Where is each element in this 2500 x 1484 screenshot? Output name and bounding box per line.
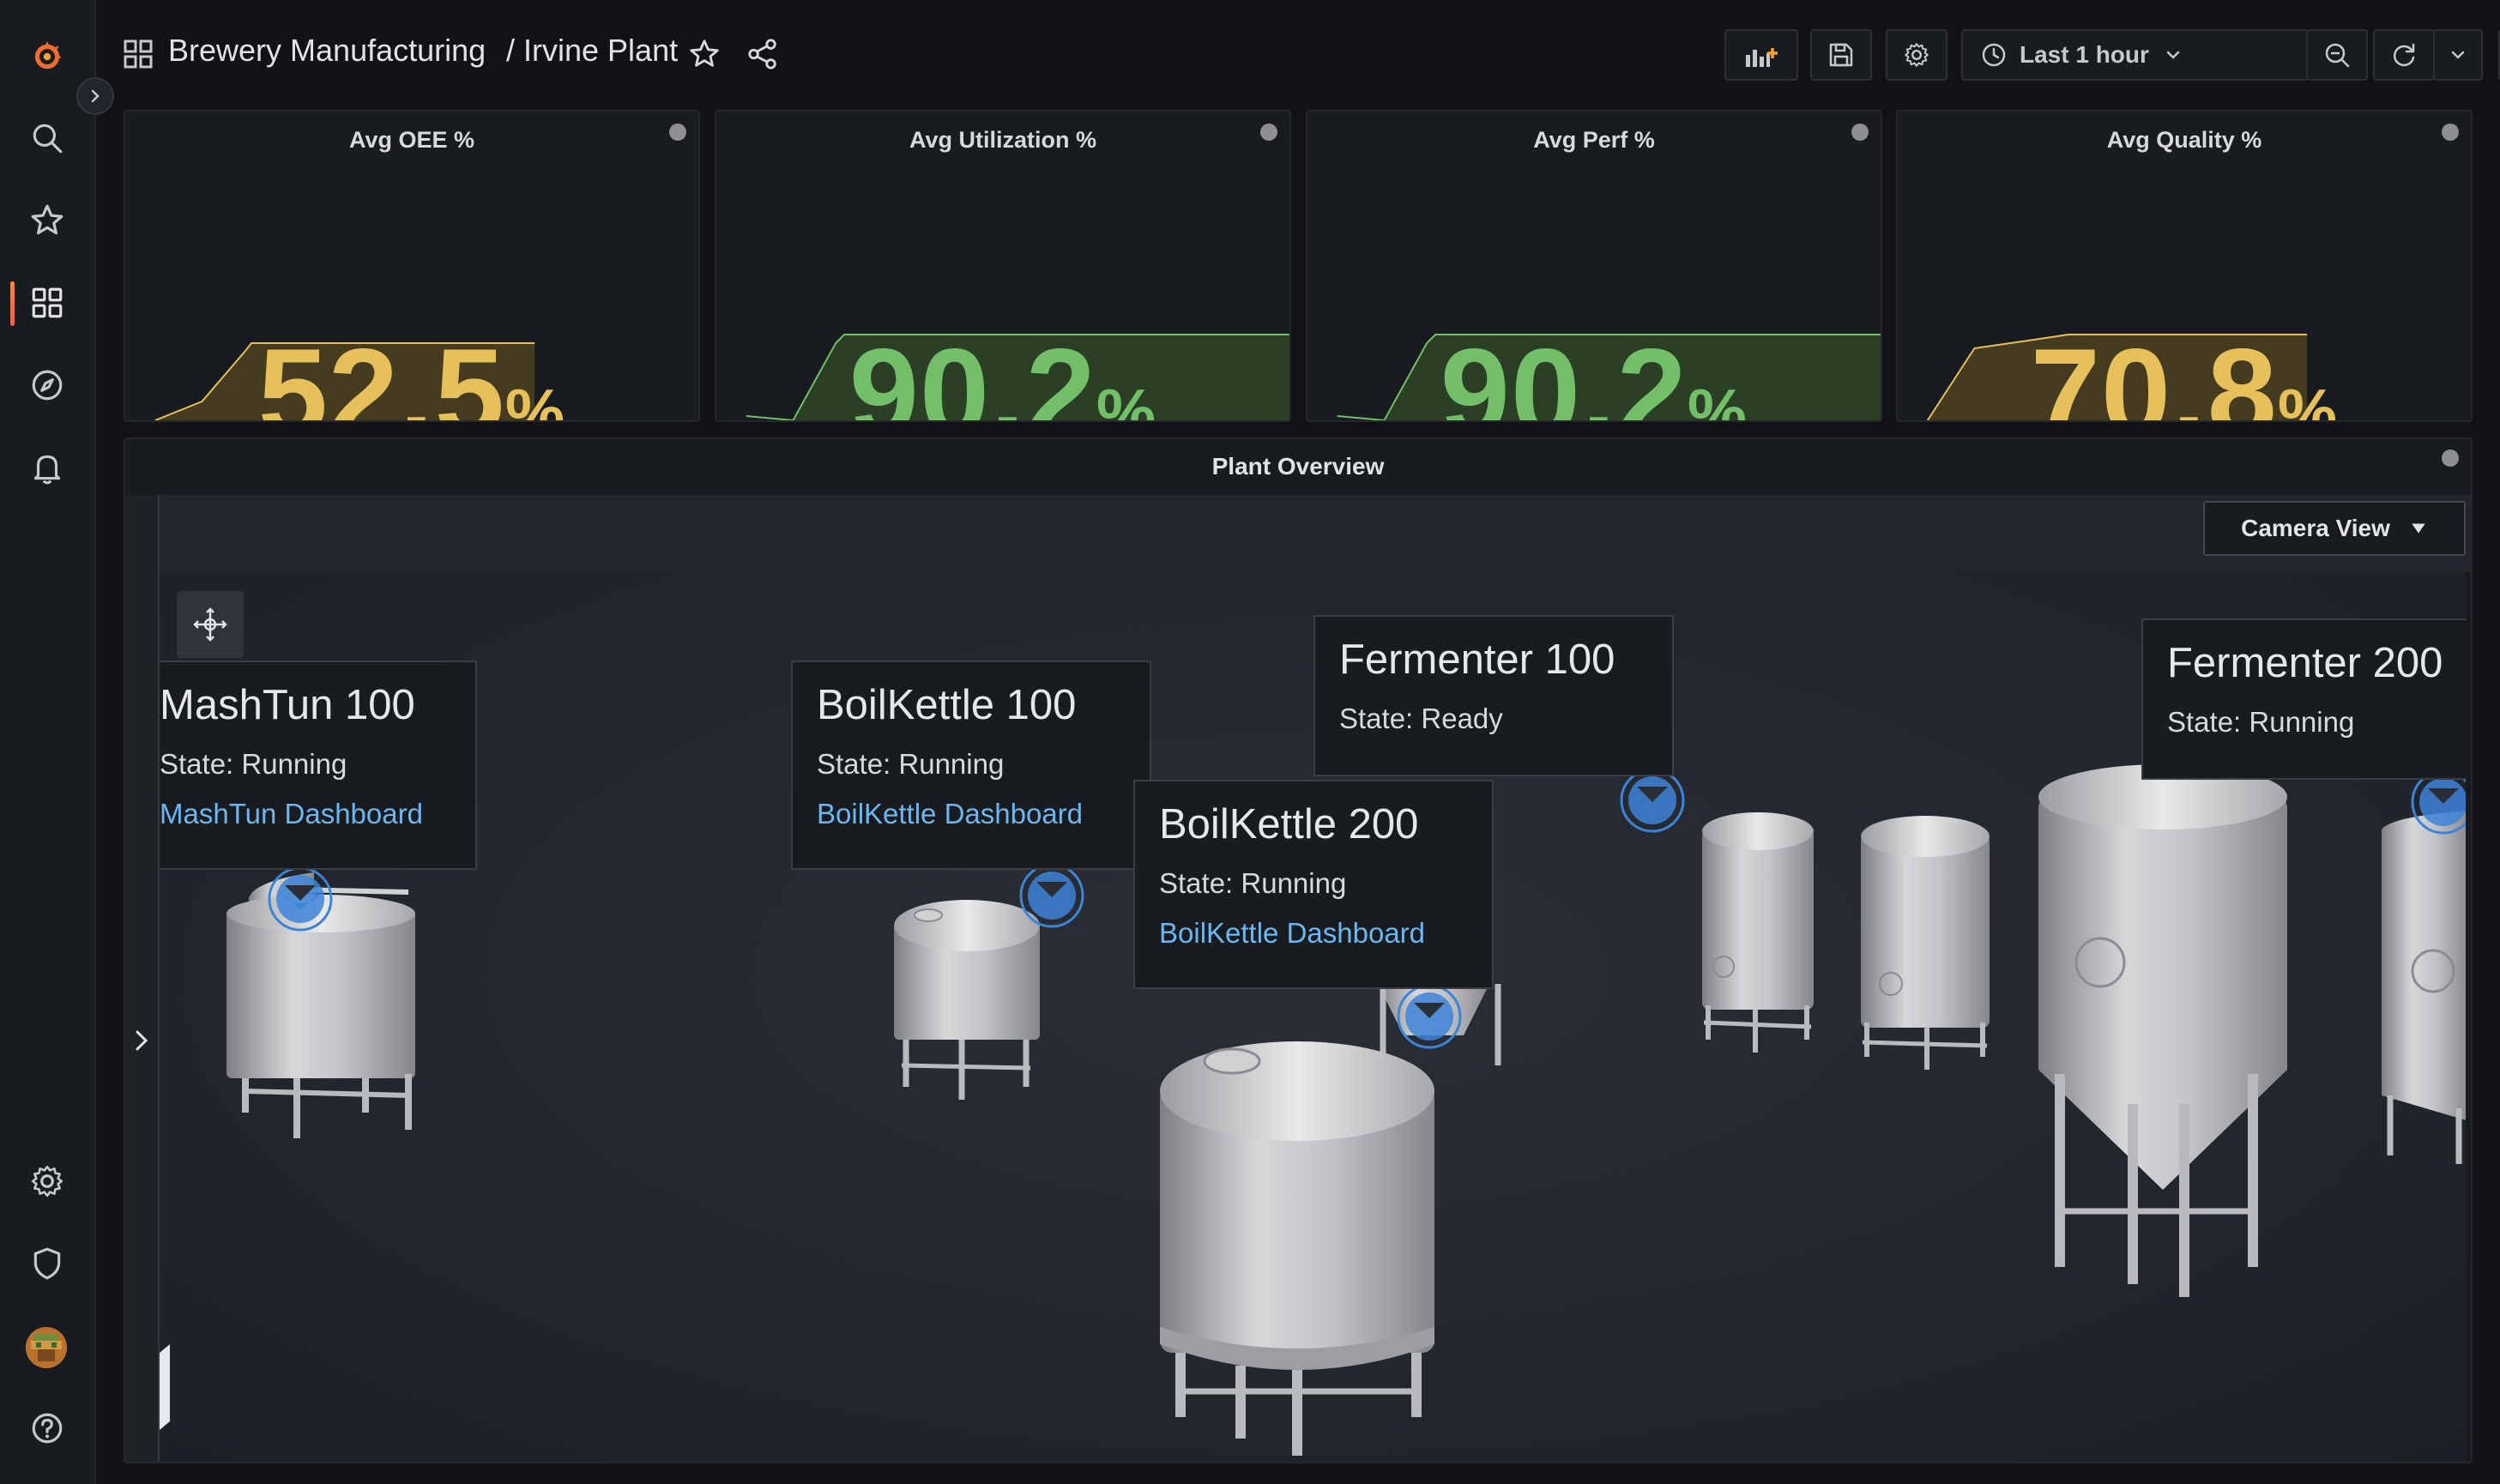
- settings-icon[interactable]: [26, 1160, 69, 1203]
- chevron-right-icon: [91, 89, 100, 103]
- equipment-name: Fermenter 200: [2167, 640, 2443, 686]
- shield-icon[interactable]: [26, 1242, 69, 1285]
- page-title[interactable]: / Irvine Plant: [506, 33, 678, 69]
- dashboard-grid-icon: [124, 39, 153, 69]
- scene-toolbar: [125, 495, 2471, 572]
- equipment-state: State: Running: [2167, 706, 2355, 738]
- boilkettle-100-marker-icon[interactable]: [1018, 861, 1086, 930]
- equipment-state: State: Ready: [1339, 703, 1503, 734]
- equipment-state: State: Running: [1159, 867, 1347, 899]
- fermenter-small-1-tank: [1702, 812, 1814, 1053]
- camera-move-button[interactable]: [177, 591, 244, 658]
- dashboard-link[interactable]: MashTun Dashboard: [160, 798, 451, 830]
- panel-status-dot: [1260, 124, 1277, 141]
- side-drawer-strip[interactable]: [125, 495, 160, 1462]
- equipment-state: State: Running: [160, 748, 347, 780]
- panel-status-dot: [2442, 124, 2459, 141]
- dashboard-link[interactable]: BoilKettle Dashboard: [817, 798, 1126, 830]
- stat-panel-utilization[interactable]: Avg Utilization % 90.2%: [715, 110, 1291, 422]
- time-range-picker[interactable]: Last 1 hour: [1961, 29, 2308, 81]
- panel-title: Avg OEE %: [348, 127, 475, 153]
- save-icon: [1829, 43, 1853, 67]
- sidebar-expand-button[interactable]: [76, 77, 114, 115]
- star-icon[interactable]: [26, 199, 69, 242]
- stat-value: 70.8%: [2030, 323, 2339, 422]
- stat-value: 90.2%: [848, 323, 1157, 422]
- partial-object: [160, 1344, 170, 1430]
- equipment-name: MashTun 100: [160, 682, 415, 728]
- add-panel-button[interactable]: [1724, 29, 1798, 81]
- dashboard-settings-button[interactable]: [1886, 29, 1947, 81]
- tank-illustrations: [160, 764, 2466, 1456]
- refresh-interval-dropdown[interactable]: [2433, 29, 2483, 81]
- equipment-state: State: Running: [817, 748, 1005, 780]
- boilkettle-200-info-card: BoilKettle 200 State: Running BoilKettle…: [1133, 780, 1494, 989]
- stat-value: 90.2%: [1440, 323, 1748, 422]
- boilkettle-200-tank: [1160, 1041, 1434, 1456]
- panel-title: Plant Overview: [1211, 453, 1385, 480]
- move-icon: [193, 607, 227, 642]
- chevron-down-icon: [2451, 51, 2465, 59]
- fermenter-100-info-card: Fermenter 100 State: Ready: [1313, 615, 1674, 776]
- equipment-name: Fermenter 100: [1339, 636, 1615, 683]
- fermenter-200-tank: [2038, 764, 2287, 1297]
- grafana-logo-icon[interactable]: [26, 34, 69, 77]
- dashboards-icon[interactable]: [26, 281, 69, 324]
- boilkettle-100-info-card: BoilKettle 100 State: Running BoilKettle…: [791, 661, 1151, 870]
- settings-icon: [1905, 43, 1929, 67]
- mashtun-100-marker-icon[interactable]: [266, 865, 335, 933]
- fermenter-200-info-card: Fermenter 200 State: Running: [2141, 618, 2466, 780]
- help-icon[interactable]: [26, 1407, 69, 1450]
- equipment-name: BoilKettle 100: [817, 682, 1077, 728]
- mashtun-100-info-card: MashTun 100 State: Running MashTun Dashb…: [160, 661, 477, 870]
- alert-bell-icon[interactable]: [26, 446, 69, 489]
- top-bar: Brewery Manufacturing / Irvine Plant Las…: [94, 0, 2500, 107]
- breadcrumb-folder[interactable]: Brewery Manufacturing: [168, 33, 486, 69]
- sidebar: [0, 0, 96, 1484]
- active-indicator: [10, 281, 15, 326]
- camera-view-label: Camera View: [2241, 515, 2390, 541]
- time-range-label: Last 1 hour: [2020, 41, 2149, 68]
- stat-panel-performance[interactable]: Avg Perf % 90.2%: [1306, 110, 1882, 422]
- panel-status-dot: [669, 124, 686, 141]
- fermenter-100-marker-icon[interactable]: [1618, 766, 1687, 835]
- drawer-expand-button[interactable]: [129, 1015, 154, 1066]
- stat-value: 52.5%: [257, 323, 566, 422]
- 3d-scene-viewport[interactable]: MashTun 100 State: Running MashTun Dashb…: [160, 572, 2466, 1462]
- panel-title: Avg Perf %: [1533, 127, 1655, 153]
- boilkettle-200-marker-icon[interactable]: [1395, 982, 1464, 1051]
- dashboard-link[interactable]: BoilKettle Dashboard: [1159, 917, 1468, 950]
- search-icon[interactable]: [26, 117, 69, 160]
- zoom-out-icon: [2325, 43, 2350, 68]
- equipment-name: BoilKettle 200: [1159, 801, 1419, 848]
- zoom-out-button[interactable]: [2306, 29, 2368, 81]
- stat-panel-quality[interactable]: Avg Quality % 70.8%: [1896, 110, 2473, 422]
- clock-icon: [1982, 43, 2006, 67]
- refresh-icon: [2393, 43, 2415, 67]
- panel-title: Avg Utilization %: [909, 127, 1096, 153]
- save-dashboard-button[interactable]: [1810, 29, 1872, 81]
- star-icon[interactable]: [688, 38, 721, 70]
- panel-status-dot: [1851, 124, 1869, 141]
- plant-overview-panel: Plant Overview Camera View MashTun 100 S…: [124, 437, 2473, 1463]
- chevron-down-icon: [2166, 51, 2180, 59]
- share-icon[interactable]: [746, 38, 779, 70]
- stat-panel-oee[interactable]: Avg OEE % 52.5%: [124, 110, 700, 422]
- explore-icon[interactable]: [26, 364, 69, 407]
- panel-status-dot: [2442, 449, 2459, 467]
- panel-title: Avg Quality %: [2106, 127, 2262, 153]
- avatar[interactable]: [26, 1327, 67, 1368]
- refresh-button[interactable]: [2373, 29, 2435, 81]
- caret-down-icon: [2412, 523, 2425, 534]
- chevron-right-icon: [136, 1030, 148, 1051]
- camera-view-dropdown[interactable]: Camera View: [2203, 501, 2466, 556]
- add-panel-icon: [1746, 48, 1778, 67]
- fermenter-partial-tank: [2382, 811, 2466, 1164]
- fermenter-small-2-tank: [1861, 816, 1990, 1070]
